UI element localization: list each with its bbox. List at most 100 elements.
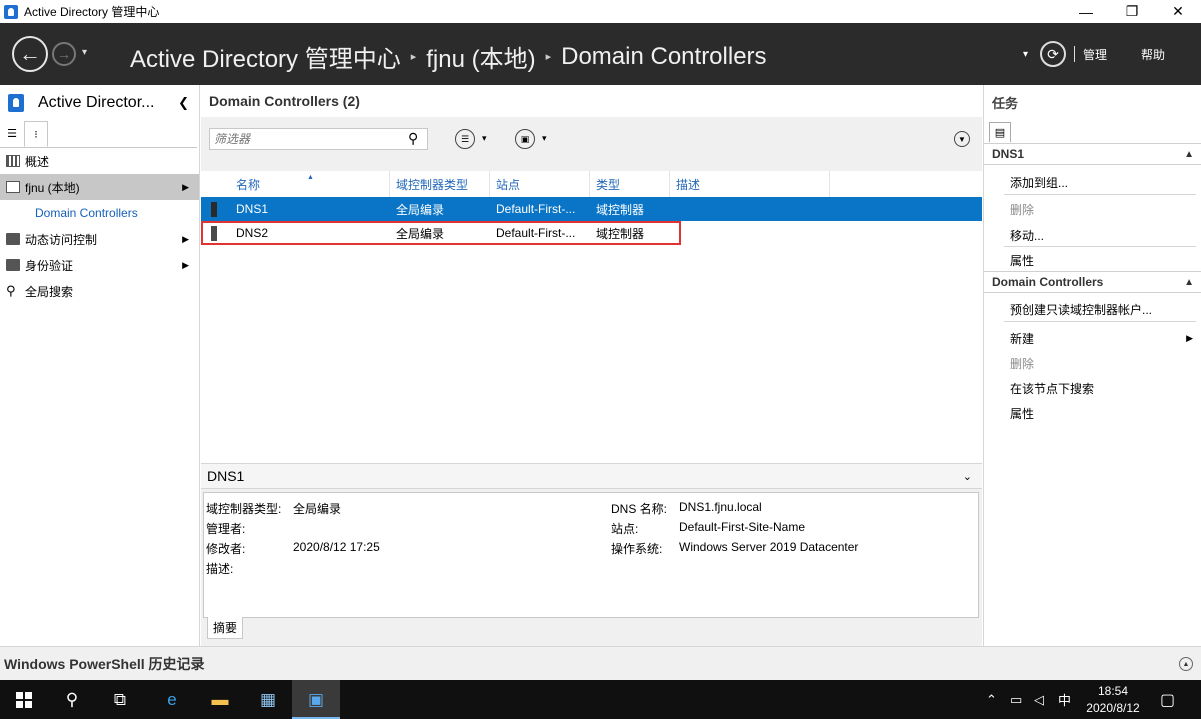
collapse-pane-icon[interactable]: ❮	[178, 95, 189, 111]
navigation-pane: Active Director... ❮ ☰ ⁝ 概述 fjnu (本地) ▶ …	[0, 85, 200, 646]
refresh-button[interactable]: ⟳	[1039, 41, 1066, 67]
cell-name: DNS1	[236, 202, 269, 216]
tasks-section-dns1[interactable]: DNS1 ▲	[984, 143, 1201, 165]
restore-button[interactable]: ❐	[1109, 0, 1155, 23]
view-switcher: ☰ ⁝	[0, 120, 197, 148]
breadcrumb-domain[interactable]: fjnu (本地)	[426, 39, 535, 74]
powershell-history-bar[interactable]: Windows PowerShell 历史记录 ▲	[0, 646, 1201, 680]
tasks-section-domain-controllers[interactable]: Domain Controllers ▲	[984, 271, 1201, 293]
nav-right-controls: ▾ ⟳ 管理 帮助	[1023, 23, 1201, 85]
tray-overflow-icon[interactable]: ⌃	[986, 680, 997, 719]
nav-pane-header: Active Director... ❮	[0, 85, 199, 120]
task-view-icon[interactable]: ⧉	[96, 680, 144, 719]
cell-dc-type: 全局编录	[396, 202, 445, 217]
chevron-up-icon[interactable]: ▲	[1184, 277, 1194, 288]
notifications-icon[interactable]: ▢	[1160, 680, 1175, 719]
nav-dropdown-icon[interactable]: ▾	[1023, 49, 1028, 60]
overview-icon	[6, 155, 20, 167]
help-menu[interactable]: 帮助	[1141, 46, 1165, 63]
cell-site: Default-First-...	[496, 226, 576, 240]
sidebar-item-global-search[interactable]: ⚲ 全局搜索	[0, 278, 199, 304]
sidebar-item-label: 概述	[25, 154, 50, 169]
task-add-to-group[interactable]: 添加到组...	[1010, 174, 1068, 191]
view-options-icon[interactable]: ☰	[455, 129, 475, 149]
task-new[interactable]: 新建	[1010, 330, 1034, 347]
chevron-down-icon[interactable]: ▾	[482, 133, 487, 144]
search-icon[interactable]: ⚲	[48, 680, 96, 719]
expand-arrow-icon[interactable]: ▶	[182, 234, 189, 245]
chevron-down-icon[interactable]: ⌄	[963, 470, 972, 483]
task-move[interactable]: 移动...	[1010, 227, 1044, 244]
clock-date: 2020/8/12	[1086, 701, 1140, 715]
table-row[interactable]: DNS1 全局编录 Default-First-... 域控制器	[201, 197, 982, 221]
chevron-up-icon[interactable]: ▲	[1179, 657, 1193, 671]
expand-arrow-icon[interactable]: ▶	[182, 182, 189, 193]
sidebar-item-fjnu[interactable]: fjnu (本地) ▶	[0, 174, 199, 200]
sidebar-item-dynamic-access-control[interactable]: 动态访问控制 ▶	[0, 226, 199, 252]
breadcrumb-root[interactable]: Active Directory 管理中心	[130, 39, 401, 74]
results-table: 名称 域控制器类型 站点 类型 描述 ▲ DNS1 全局编录 Default-F…	[201, 171, 982, 245]
cell-name: DNS2	[236, 226, 269, 240]
tab-summary[interactable]: 摘要	[207, 617, 243, 639]
value-site: Default-First-Site-Name	[679, 520, 806, 534]
task-delete-disabled: 删除	[1010, 357, 1035, 371]
expand-arrow-icon[interactable]: ▶	[182, 260, 189, 271]
column-header-site[interactable]: 站点	[490, 171, 590, 197]
file-explorer-icon[interactable]: ▬	[196, 680, 244, 719]
submenu-arrow-icon[interactable]: ▶	[1186, 333, 1193, 344]
task-properties[interactable]: 属性	[1010, 252, 1034, 269]
chevron-down-icon[interactable]: ▾	[542, 133, 547, 144]
back-button[interactable]: ←	[12, 36, 48, 72]
task-precreate-rodc[interactable]: 预创建只读域控制器帐户...	[1010, 301, 1152, 318]
ime-indicator[interactable]: 中	[1058, 680, 1071, 719]
task-properties[interactable]: 属性	[1010, 405, 1034, 422]
column-header-description[interactable]: 描述	[670, 171, 830, 197]
breadcrumb-separator-icon[interactable]: ▸	[411, 50, 417, 63]
cell-type: 域控制器	[596, 226, 645, 241]
windows-logo-icon	[16, 691, 32, 708]
breadcrumb-separator-icon[interactable]: ▸	[546, 50, 552, 63]
task-separator	[1004, 194, 1196, 195]
filter-input[interactable]	[210, 129, 406, 149]
details-header[interactable]: DNS1 ⌄	[201, 463, 982, 489]
task-separator	[1004, 246, 1196, 247]
cell-type: 域控制器	[596, 202, 645, 217]
network-icon[interactable]: ▭	[1010, 680, 1022, 719]
sidebar-item-label: 全局搜索	[25, 284, 74, 299]
start-button[interactable]	[0, 680, 48, 719]
clock[interactable]: 18:54 2020/8/12	[1076, 683, 1150, 717]
ad-icon	[8, 93, 24, 112]
breadcrumb-current[interactable]: Domain Controllers	[561, 43, 766, 71]
volume-muted-icon[interactable]: ◁	[1034, 680, 1044, 719]
clipboard-icon[interactable]: ▤	[989, 122, 1011, 142]
list-view-icon[interactable]: ☰	[0, 121, 24, 147]
ad-admin-center-taskbar-icon[interactable]: ▣	[292, 680, 340, 719]
history-dropdown-icon[interactable]: ▾	[82, 47, 87, 58]
window-controls: — ❐ ✕	[1063, 0, 1201, 23]
label-description: 描述:	[206, 562, 234, 576]
sidebar-item-overview[interactable]: 概述	[0, 148, 199, 174]
forward-button[interactable]: →	[52, 42, 76, 66]
value-dns-name: DNS1.fjnu.local	[679, 500, 762, 514]
chevron-up-icon[interactable]: ▲	[1184, 149, 1194, 160]
server-manager-icon[interactable]: ▦	[244, 680, 292, 719]
label-dns-name: DNS 名称:	[611, 502, 668, 516]
task-search-under-node[interactable]: 在该节点下搜索	[1010, 380, 1094, 397]
internet-explorer-icon[interactable]: e	[148, 680, 196, 719]
sidebar-item-domain-controllers[interactable]: Domain Controllers	[0, 200, 199, 226]
tasks-pane: 任务 ▤ DNS1 ▲ 添加到组... 删除 移动... 属性 Domain C…	[983, 85, 1201, 646]
label-site: 站点:	[611, 522, 639, 536]
tree-view-icon[interactable]: ⁝	[24, 121, 48, 147]
window-title: Active Directory 管理中心	[24, 5, 160, 19]
save-query-icon[interactable]: ▣	[515, 129, 535, 149]
column-header-type[interactable]: 类型	[590, 171, 670, 197]
sidebar-item-label: 动态访问控制	[25, 232, 98, 247]
expand-filter-icon[interactable]: ▼	[954, 131, 970, 147]
manage-menu[interactable]: 管理	[1083, 46, 1107, 63]
sidebar-item-authentication[interactable]: 身份验证 ▶	[0, 252, 199, 278]
close-button[interactable]: ✕	[1155, 0, 1201, 23]
column-header-dc-type[interactable]: 域控制器类型	[390, 171, 490, 197]
search-icon[interactable]: ⚲	[408, 130, 418, 147]
minimize-button[interactable]: —	[1063, 0, 1109, 23]
table-row[interactable]: DNS2 全局编录 Default-First-... 域控制器	[201, 221, 681, 245]
